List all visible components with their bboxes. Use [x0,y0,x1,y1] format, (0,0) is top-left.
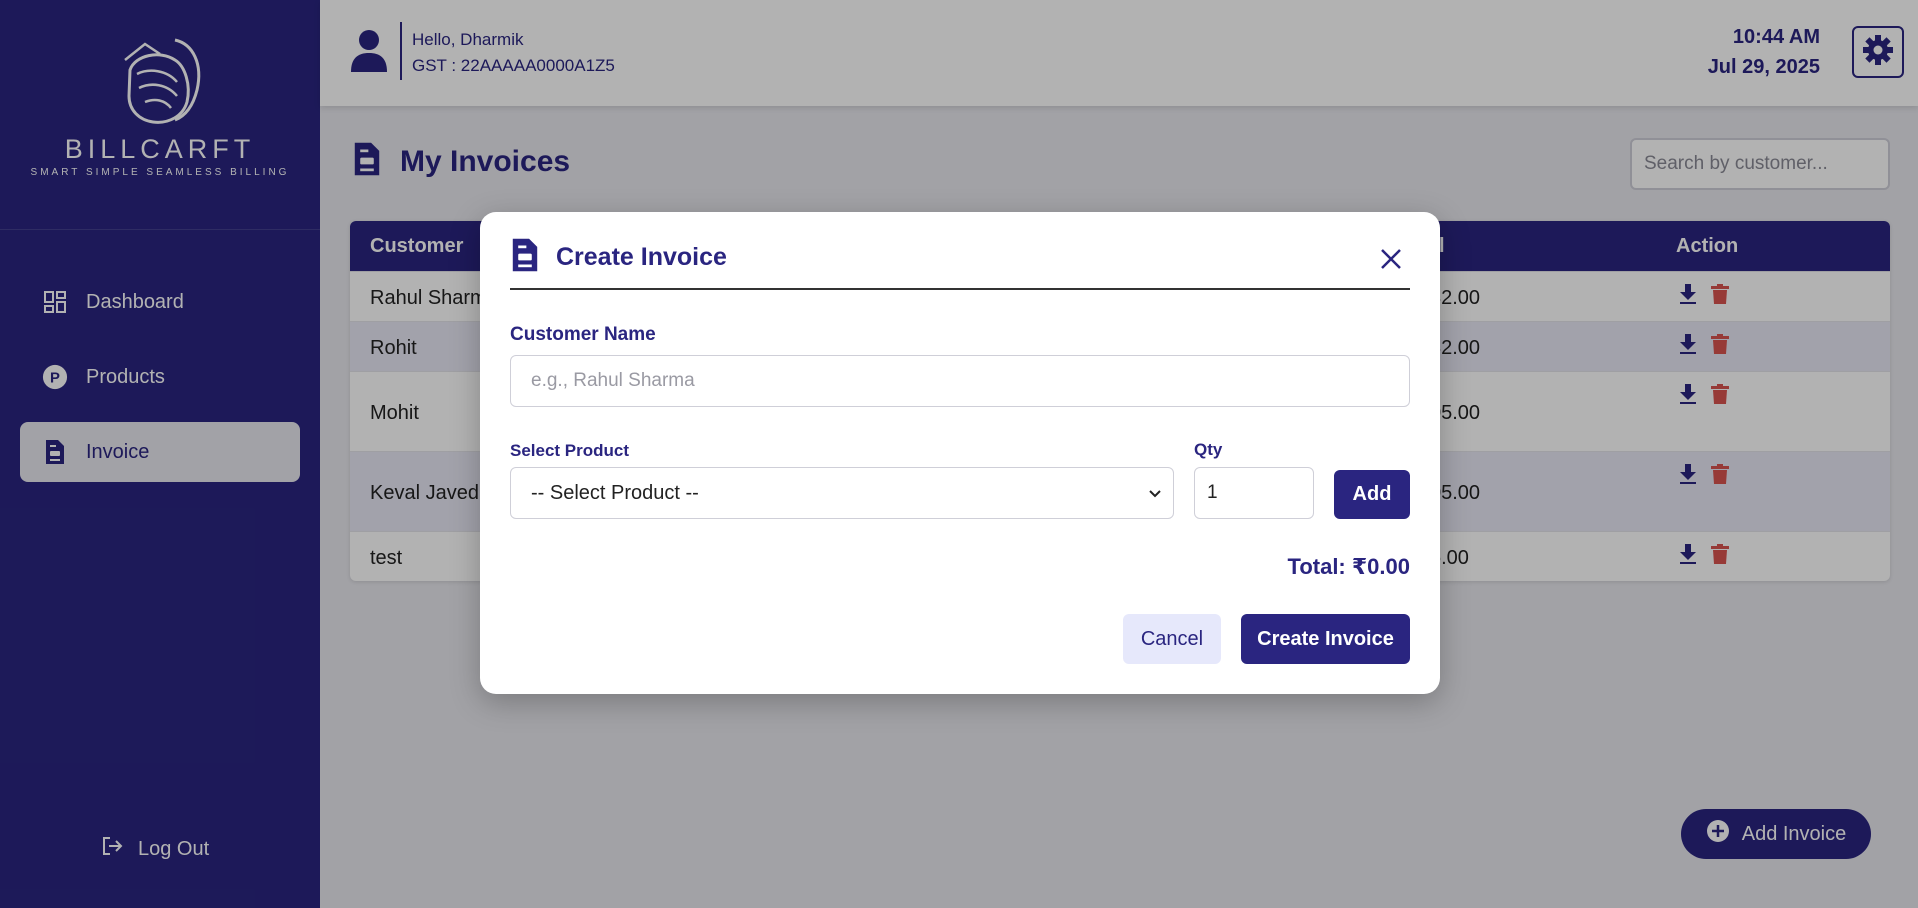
product-select[interactable]: -- Select Product -- [510,467,1174,519]
qty-label: Qty [1194,440,1223,459]
close-icon[interactable] [1376,244,1406,274]
modal-title: Create Invoice [556,242,727,271]
modal-header: Create Invoice [510,238,1410,290]
invoice-icon [510,236,540,279]
select-product-label: Select Product [510,441,630,460]
add-product-button[interactable]: Add [1334,470,1410,519]
cancel-button[interactable]: Cancel [1123,614,1221,664]
create-invoice-button[interactable]: Create Invoice [1241,614,1410,664]
customer-name-label: Customer Name [510,324,656,345]
qty-input[interactable] [1194,467,1314,519]
product-select-value: -- Select Product -- [531,481,699,504]
chevron-down-icon [1147,484,1163,507]
invoice-total: Total: ₹0.00 [1287,554,1410,579]
customer-name-input[interactable] [510,355,1410,407]
create-invoice-modal: Create Invoice Customer Name Select Prod… [480,212,1440,694]
